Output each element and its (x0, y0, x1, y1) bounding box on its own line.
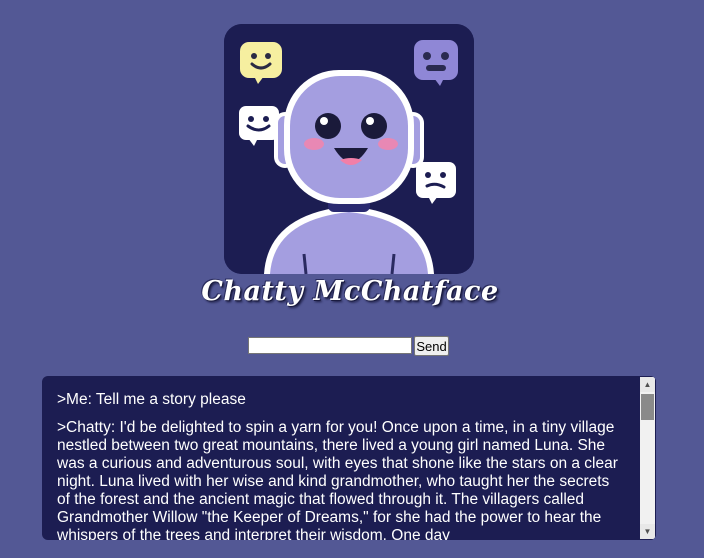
chat-app: Chatty McChatface Send >Me: Tell me a st… (0, 0, 704, 558)
scroll-down-icon[interactable]: ▼ (640, 524, 655, 539)
robot-illustration (224, 24, 474, 274)
scroll-track[interactable] (640, 392, 655, 524)
robot-avatar-image (224, 24, 474, 274)
user-message: >Me: Tell me a story please (57, 391, 246, 408)
bot-message: >Chatty: I'd be delighted to spin a yarn… (57, 419, 618, 540)
scroll-up-icon[interactable]: ▲ (640, 377, 655, 392)
send-button[interactable]: Send (414, 336, 449, 356)
chat-scrollbar[interactable]: ▲ ▼ (639, 376, 656, 540)
scroll-thumb[interactable] (641, 394, 654, 420)
message-input[interactable] (248, 337, 412, 354)
robot-face-bubble-icon (414, 40, 458, 86)
chat-log[interactable]: >Me: Tell me a story please >Chatty: I'd… (42, 376, 656, 540)
app-title: Chatty McChatface (201, 276, 499, 307)
worried-bubble-icon (416, 162, 456, 204)
chat-messages: >Me: Tell me a story please >Chatty: I'd… (57, 391, 623, 540)
